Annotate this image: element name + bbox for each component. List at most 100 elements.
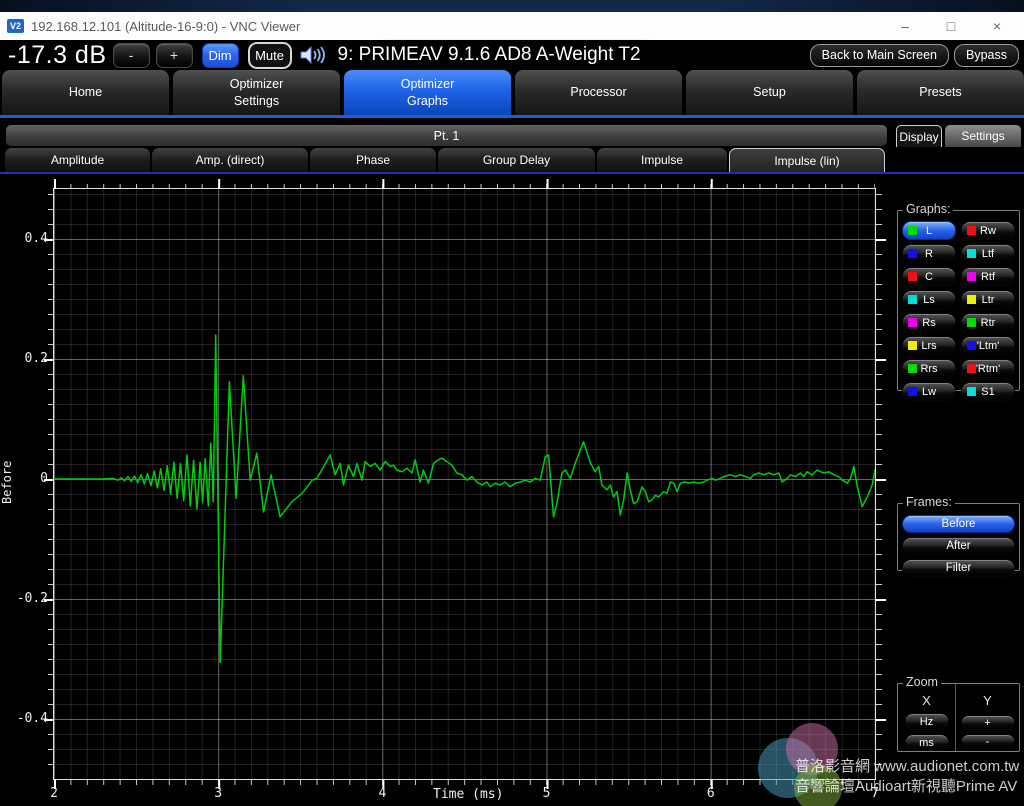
maximize-button[interactable]: □ bbox=[928, 13, 974, 39]
channel-color-swatch bbox=[908, 225, 917, 235]
channel-label: 'Ltm' bbox=[976, 339, 1000, 352]
channel-color-swatch bbox=[908, 340, 917, 350]
frame-button-after[interactable]: After bbox=[902, 537, 1015, 555]
tab-settings[interactable]: Settings bbox=[945, 125, 1021, 147]
channel-button-s1[interactable]: S1 bbox=[961, 382, 1015, 401]
channel-button-grid: L Rw R Ltf C Rtf Ls Ltr Rs Rtr Lrs 'Ltm' Rrs 'Rtm' Lw S… bbox=[898, 211, 1019, 406]
frame-button-before[interactable]: Before bbox=[902, 515, 1015, 533]
back-to-main-screen-button[interactable]: Back to Main Screen bbox=[809, 43, 949, 67]
channel-button-rrs[interactable]: Rrs bbox=[902, 359, 956, 378]
x-tick-label: 4 bbox=[378, 786, 387, 801]
channel-color-swatch bbox=[967, 363, 976, 373]
minimize-button[interactable]: – bbox=[882, 13, 928, 39]
desktop-background-strip bbox=[0, 0, 1024, 12]
channel-button-rs[interactable]: Rs bbox=[902, 313, 956, 332]
channel-button-lrs[interactable]: Lrs bbox=[902, 336, 956, 355]
graph-tab-impulse-lin[interactable]: Impulse (lin) bbox=[729, 148, 885, 172]
x-tick-label: 3 bbox=[214, 786, 223, 801]
frame-button-filter[interactable]: Filter bbox=[902, 559, 1015, 577]
active-preset-title: 9: PRIMEAV 9.1.6 AD8 A-Weight T2 bbox=[337, 44, 641, 65]
channel-color-swatch bbox=[908, 363, 917, 373]
y-axis-frame-label: Before bbox=[0, 460, 14, 504]
x-axis-title: Time (ms) bbox=[433, 787, 504, 802]
graph-tab-phase[interactable]: Phase bbox=[310, 148, 436, 172]
zoom-y-minus-button[interactable]: - bbox=[960, 734, 1015, 749]
channel-color-swatch bbox=[967, 294, 976, 304]
y-tick-label: 0.2 bbox=[24, 351, 48, 366]
tab-presets[interactable]: Presets bbox=[857, 70, 1024, 115]
channel-label: Rtf bbox=[980, 270, 996, 283]
tab-separator-line bbox=[0, 172, 1024, 174]
y-tick-label: -0.4 bbox=[16, 711, 48, 726]
channel-button-ls[interactable]: Ls bbox=[902, 290, 956, 309]
tab-setup[interactable]: Setup bbox=[686, 70, 853, 115]
graphs-channel-panel: Graphs: L Rw R Ltf C Rtf Ls Ltr Rs Rtr Lrs 'Ltm' Rrs… bbox=[897, 202, 1020, 401]
channel-button-ltm[interactable]: 'Ltm' bbox=[961, 336, 1015, 355]
channel-button-c[interactable]: C bbox=[902, 267, 956, 286]
channel-button-rtm[interactable]: 'Rtm' bbox=[961, 359, 1015, 378]
tab-label: Optimizer Settings bbox=[229, 77, 284, 108]
channel-button-rw[interactable]: Rw bbox=[961, 221, 1015, 240]
zoom-x-hz-button[interactable]: Hz bbox=[904, 713, 949, 730]
zoom-x-ms-button[interactable]: ms bbox=[904, 734, 949, 751]
graph-tab-impulse[interactable]: Impulse bbox=[597, 148, 727, 172]
graph-tab-group-delay[interactable]: Group Delay bbox=[438, 148, 595, 172]
x-tick-label: 6 bbox=[706, 786, 715, 801]
main-tab-bar: Home Optimizer Settings Optimizer Graphs Pr… bbox=[0, 70, 1024, 119]
zoom-y-plus-button[interactable]: + bbox=[960, 715, 1015, 730]
channel-button-r[interactable]: R bbox=[902, 244, 956, 263]
tab-processor[interactable]: Processor bbox=[515, 70, 682, 115]
graph-tab-amp-direct[interactable]: Amp. (direct) bbox=[152, 148, 308, 172]
channel-button-lw[interactable]: Lw bbox=[902, 382, 956, 401]
channel-label: 'Rtm' bbox=[975, 362, 1001, 375]
tab-display[interactable]: Display bbox=[896, 125, 942, 147]
x-axis-top-major-ticks bbox=[54, 179, 875, 189]
processor-top-bar: -17.3 dB - + Dim Mute 9: PRIMEAV 9.1.6 A… bbox=[0, 40, 1024, 70]
graph-tab-amplitude[interactable]: Amplitude bbox=[5, 148, 150, 172]
channel-button-ltf[interactable]: Ltf bbox=[961, 244, 1015, 263]
channel-label: S1 bbox=[981, 385, 995, 398]
channel-button-rtr[interactable]: Rtr bbox=[961, 313, 1015, 332]
window-title: 192.168.12.101 (Altitude-16-9:0) - VNC V… bbox=[31, 18, 301, 34]
y-tick-label: 0.4 bbox=[24, 231, 48, 246]
optimizer-graphs-page: Pt. 1 Display Settings Amplitude Amp. (di… bbox=[0, 119, 1024, 806]
tab-label: Presets bbox=[919, 85, 962, 100]
tab-optimizer-settings[interactable]: Optimizer Settings bbox=[173, 70, 340, 115]
channel-label: Ls bbox=[923, 293, 935, 306]
measurement-point-bar[interactable]: Pt. 1 bbox=[6, 125, 887, 146]
graph-type-tab-row: Amplitude Amp. (direct) Phase Group Delay Im… bbox=[5, 148, 885, 172]
main-tab-row: Home Optimizer Settings Optimizer Graphs Pr… bbox=[2, 70, 1024, 115]
channel-label: Rw bbox=[980, 224, 996, 237]
x-tick-label: 5 bbox=[542, 786, 551, 801]
tab-optimizer-graphs[interactable]: Optimizer Graphs bbox=[344, 70, 511, 115]
volume-level-display: -17.3 dB bbox=[8, 40, 107, 69]
dim-button[interactable]: Dim bbox=[201, 42, 239, 68]
bypass-button[interactable]: Bypass bbox=[954, 43, 1019, 67]
channel-label: Lrs bbox=[921, 339, 937, 352]
vnc-titlebar: V2 192.168.12.101 (Altitude-16-9:0) - VN… bbox=[0, 12, 1024, 40]
channel-color-swatch bbox=[967, 386, 976, 396]
channel-color-swatch bbox=[908, 271, 917, 281]
channel-button-rtf[interactable]: Rtf bbox=[961, 267, 1015, 286]
channel-label: Lw bbox=[921, 385, 937, 398]
channel-button-l[interactable]: L bbox=[902, 221, 956, 240]
mute-button[interactable]: Mute bbox=[247, 41, 292, 69]
channel-color-swatch bbox=[967, 225, 976, 235]
impulse-response-trace bbox=[54, 334, 875, 664]
channel-label: C bbox=[925, 270, 933, 283]
channel-color-swatch bbox=[967, 340, 976, 350]
volume-up-button[interactable]: + bbox=[155, 42, 193, 68]
volume-down-button[interactable]: - bbox=[112, 42, 150, 68]
vnc-viewer-window: V2 192.168.12.101 (Altitude-16-9:0) - VN… bbox=[0, 0, 1024, 806]
vnc-app-icon: V2 bbox=[7, 19, 24, 33]
tab-label: Home bbox=[68, 85, 103, 100]
tab-home[interactable]: Home bbox=[2, 70, 169, 115]
zoom-panel: Zoom X Hz ms Y + - bbox=[897, 675, 1020, 752]
zoom-y-axis-label: Y bbox=[983, 693, 992, 708]
frames-button-list: Before After Filter bbox=[898, 504, 1019, 582]
channel-button-ltr[interactable]: Ltr bbox=[961, 290, 1015, 309]
channel-label: Ltf bbox=[981, 247, 995, 260]
tab-label: Processor bbox=[570, 85, 627, 100]
channel-label: L bbox=[925, 224, 933, 237]
close-button[interactable]: × bbox=[974, 13, 1020, 39]
